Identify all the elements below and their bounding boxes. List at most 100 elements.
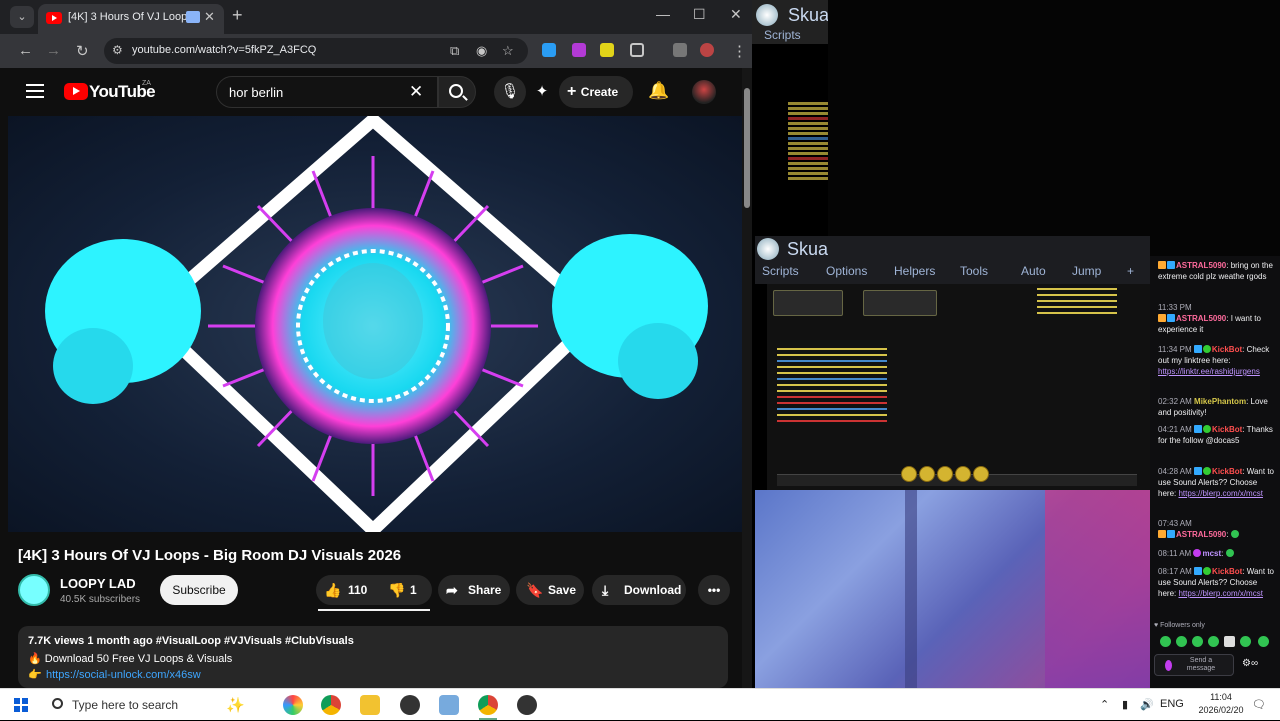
chat-username[interactable]: mcst <box>1202 549 1221 558</box>
extension-purple-icon[interactable] <box>572 43 586 57</box>
tray-usb-icon[interactable]: ▮ <box>1122 698 1128 711</box>
search-highlight-icon[interactable]: ✨ <box>226 696 245 714</box>
profile-icon[interactable] <box>700 43 714 57</box>
clock-time[interactable]: 11:04 <box>1196 692 1246 702</box>
chat-username[interactable]: KickBot <box>1212 425 1242 434</box>
tab-search-chevron-icon[interactable]: ⌄ <box>10 6 34 28</box>
emote-icon[interactable] <box>1258 636 1269 647</box>
notifications-icon[interactable]: 🗨 <box>1252 698 1266 711</box>
extension-translate-icon[interactable] <box>542 43 556 57</box>
url-text[interactable]: youtube.com/watch?v=5fkPZ_A3FCQ <box>132 44 316 56</box>
back-arrow-icon[interactable]: ← <box>18 42 33 59</box>
clock-date[interactable]: 2026/02/20 <box>1196 705 1246 715</box>
search-button[interactable] <box>438 76 476 108</box>
skua-menu-scripts[interactable]: Scripts <box>762 264 799 278</box>
kebab-menu-icon[interactable]: ⋮ <box>732 42 747 60</box>
account-avatar[interactable] <box>692 80 716 104</box>
forward-arrow-icon[interactable]: → <box>46 42 61 59</box>
thumbs-down-icon[interactable]: 👎 <box>388 575 405 605</box>
app-media-icon[interactable] <box>517 695 537 715</box>
tab-active[interactable]: [4K] 3 Hours Of VJ Loops - ✕ <box>38 4 224 34</box>
emote-icon[interactable] <box>1240 636 1251 647</box>
media-playing-icon[interactable] <box>186 11 200 23</box>
maximize-icon[interactable]: ☐ <box>693 6 706 23</box>
dislike-count[interactable]: 1 <box>410 575 417 605</box>
skua-menu-tools[interactable]: Tools <box>960 264 988 278</box>
skua-menu-add[interactable]: + <box>1127 264 1134 278</box>
chat-username[interactable]: KickBot <box>1212 467 1242 476</box>
media-control-icon[interactable] <box>673 43 687 57</box>
scrollbar-thumb[interactable] <box>744 88 750 208</box>
video-player[interactable] <box>8 116 742 532</box>
notifications-bell-icon[interactable]: 🔔 <box>648 81 669 101</box>
save-button[interactable]: 🔖 Save <box>516 575 584 605</box>
skua-menu-jump[interactable]: Jump <box>1072 264 1101 278</box>
app-chrome-active-icon[interactable] <box>478 695 498 715</box>
app-skua-icon[interactable] <box>439 695 459 715</box>
skill-slot-icon[interactable] <box>955 466 971 482</box>
close-window-icon[interactable]: ✕ <box>730 6 742 23</box>
chat-username[interactable]: ASTRAL5090 <box>1176 261 1226 270</box>
skua-menu-helpers[interactable]: Helpers <box>894 264 935 278</box>
game-viewport[interactable] <box>767 284 1150 490</box>
minimize-icon[interactable]: — <box>656 6 670 22</box>
extension-yellow-icon[interactable] <box>600 43 614 57</box>
search-value[interactable]: hor berlin <box>229 85 283 100</box>
tab-close-icon[interactable]: ✕ <box>204 9 215 25</box>
skua-menu-auto[interactable]: Auto <box>1021 264 1046 278</box>
chat-username[interactable]: KickBot <box>1212 567 1242 576</box>
voice-search-mic-icon[interactable]: 🎙 <box>494 76 526 108</box>
emote-icon[interactable] <box>1176 636 1187 647</box>
install-app-icon[interactable]: ⧉ <box>450 43 459 59</box>
taskbar-search[interactable]: Type here to search ✨ <box>46 689 266 721</box>
emote-icon[interactable] <box>1208 636 1219 647</box>
site-info-icon[interactable]: ⚙ <box>112 43 123 57</box>
more-actions-icon[interactable]: ••• <box>698 575 730 605</box>
youtube-logo-icon[interactable] <box>64 83 88 100</box>
app-obs-icon[interactable] <box>400 695 420 715</box>
create-button[interactable]: + Create <box>559 76 633 108</box>
volume-icon[interactable]: 🔊 <box>1140 698 1154 711</box>
chat-username[interactable]: ASTRAL5090 <box>1176 530 1226 539</box>
thumbs-up-icon[interactable]: 👍 <box>324 575 341 605</box>
skua-small-scripts-menu[interactable]: Scripts <box>764 28 801 42</box>
bits-gem-icon[interactable] <box>1165 660 1172 671</box>
download-button[interactable]: ⤓ Download <box>592 575 686 605</box>
extensions-puzzle-icon[interactable] <box>630 43 644 57</box>
description-link[interactable]: https://social-unlock.com/x46sw <box>46 669 201 681</box>
skill-slot-icon[interactable] <box>901 466 917 482</box>
new-tab-plus-icon[interactable]: + <box>232 5 243 26</box>
taskbar-search-placeholder[interactable]: Type here to search <box>72 698 178 712</box>
search-input[interactable]: hor berlin ✕ <box>216 76 438 108</box>
app-photos-icon[interactable] <box>283 695 303 715</box>
chat-username[interactable]: ASTRAL5090 <box>1176 314 1226 323</box>
emote-icon[interactable] <box>1224 636 1235 647</box>
windows-start-icon[interactable] <box>14 698 28 712</box>
page-scrollbar[interactable] <box>742 68 752 688</box>
address-bar[interactable]: ⚙ youtube.com/watch?v=5fkPZ_A3FCQ ⧉ ◉ ☆ <box>104 38 528 64</box>
chat-input[interactable]: Send a message <box>1154 654 1234 676</box>
skua-menu-options[interactable]: Options <box>826 264 867 278</box>
clear-search-icon[interactable]: ✕ <box>409 82 423 102</box>
chat-username[interactable]: KickBot <box>1212 345 1242 354</box>
emote-icon[interactable] <box>1160 636 1171 647</box>
channel-avatar[interactable] <box>18 574 50 606</box>
chat-link[interactable]: https://blerp.com/x/mcst <box>1178 589 1262 598</box>
app-file-explorer-icon[interactable] <box>360 695 380 715</box>
description-box[interactable]: 7.7K views 1 month ago #VisualLoop #VJVi… <box>18 626 728 688</box>
app-chrome-icon[interactable] <box>321 695 341 715</box>
reload-icon[interactable]: ↻ <box>76 42 89 60</box>
chat-link[interactable]: https://linktr.ee/rashidjurgens <box>1158 367 1260 376</box>
language-indicator[interactable]: ENG <box>1160 698 1184 710</box>
emote-icon[interactable] <box>1192 636 1203 647</box>
bookmark-star-icon[interactable]: ☆ <box>502 43 514 59</box>
like-count[interactable]: 110 <box>348 575 367 605</box>
share-button[interactable]: ➦ Share <box>438 575 510 605</box>
ai-sparkle-icon[interactable]: ✦ <box>526 76 558 108</box>
skill-slot-icon[interactable] <box>973 466 989 482</box>
chat-link[interactable]: https://blerp.com/x/mcst <box>1178 489 1262 498</box>
skill-slot-icon[interactable] <box>937 466 953 482</box>
eye-slash-icon[interactable]: ◉ <box>476 43 487 59</box>
chat-settings-icon[interactable]: ⚙∞ <box>1242 658 1258 669</box>
skill-slot-icon[interactable] <box>919 466 935 482</box>
